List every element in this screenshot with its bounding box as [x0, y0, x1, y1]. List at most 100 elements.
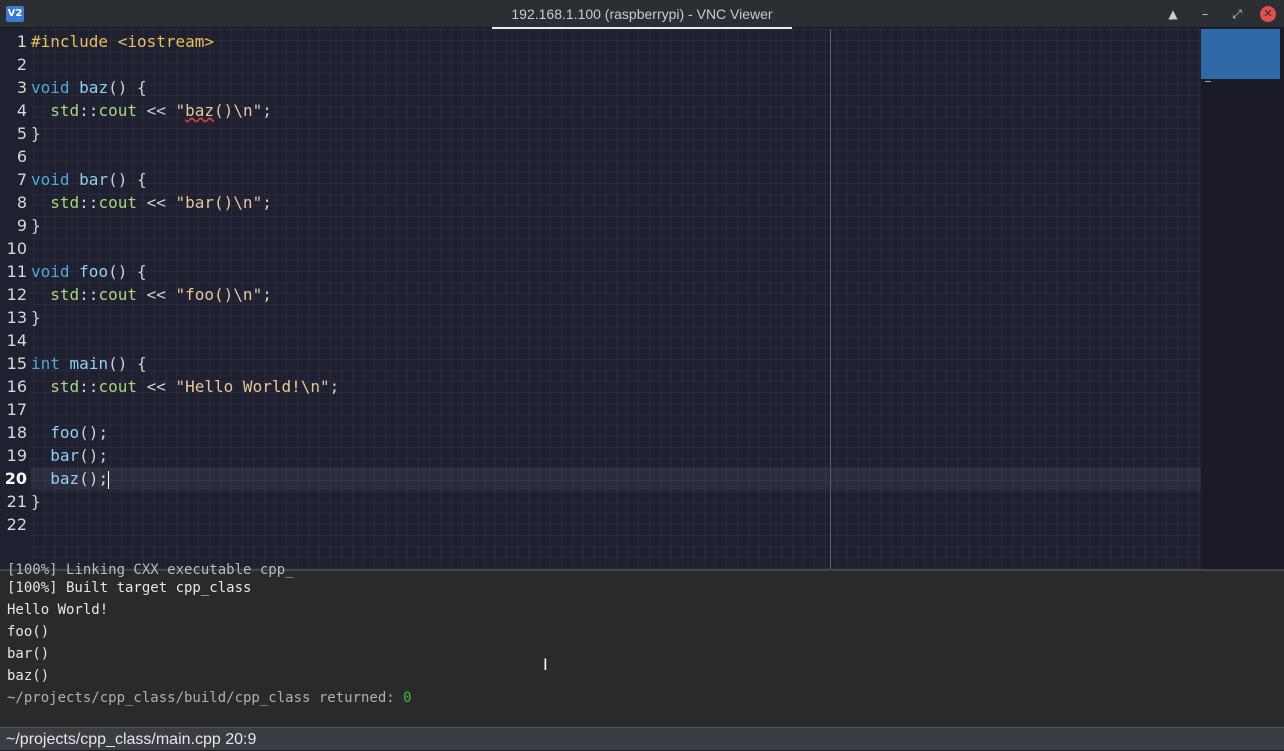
- line-number: 17: [6, 400, 27, 419]
- code-token: void: [31, 78, 70, 97]
- code-line[interactable]: void foo() {: [31, 260, 1201, 283]
- close-window-icon[interactable]: ✕: [1260, 6, 1276, 22]
- code-token: ::: [79, 285, 99, 304]
- code-area[interactable]: #include <iostream> void baz() { std::cou…: [31, 29, 1201, 569]
- line-number: 1: [16, 32, 27, 51]
- line-number-gutter: 1 2 3 4 5 6 7 8 9 10 11 12 13 14 15 16 17 18 19 20 21 22: [0, 29, 30, 569]
- code-editor[interactable]: 1 2 3 4 5 6 7 8 9 10 11 12 13 14 15 16 17 18 19 20 21 22 #inc…: [0, 29, 1284, 569]
- code-token: ;: [262, 285, 272, 304]
- code-token: ();: [79, 423, 109, 442]
- line-number: 5: [16, 124, 27, 143]
- line-number: 9: [16, 216, 27, 235]
- code-token: () {: [108, 262, 147, 281]
- line-number: 22: [6, 515, 27, 534]
- code-line[interactable]: std::cout << "foo()\n";: [31, 283, 1201, 306]
- code-token: ": [175, 101, 186, 120]
- shade-window-icon[interactable]: ▲: [1164, 5, 1182, 23]
- status-bar: ~/projects/cpp_class/main.cpp 20:9: [0, 727, 1284, 750]
- code-token: cout: [98, 193, 137, 212]
- minimap-marker: [1205, 81, 1211, 82]
- code-token: std: [50, 101, 80, 120]
- code-token: void: [31, 262, 70, 281]
- line-number: 7: [16, 170, 27, 189]
- code-token: <<: [136, 193, 176, 212]
- code-token: baz: [50, 469, 80, 488]
- text-cursor: [108, 470, 110, 489]
- code-token: ;: [329, 377, 340, 396]
- code-token: ::: [79, 193, 99, 212]
- code-line[interactable]: void baz() {: [31, 76, 1201, 99]
- code-token: ();: [79, 469, 109, 488]
- code-line[interactable]: }: [31, 122, 1201, 145]
- line-number: 21: [6, 492, 27, 511]
- code-line[interactable]: [31, 145, 1201, 168]
- return-value: 0: [403, 690, 412, 706]
- output-line: foo(): [7, 624, 50, 640]
- minimap[interactable]: [1201, 29, 1284, 569]
- code-line[interactable]: foo();: [31, 421, 1201, 444]
- output-line: baz(): [7, 668, 50, 684]
- code-token: ::: [79, 101, 99, 120]
- code-token: ::: [79, 377, 99, 396]
- code-token: "bar()\n": [175, 193, 263, 212]
- code-token: bar: [50, 446, 80, 465]
- line-number: 6: [16, 147, 27, 166]
- output-return-line: ~/projects/cpp_class/build/cpp_class ret…: [7, 687, 412, 709]
- code-line[interactable]: std::cout << "Hello World!\n";: [31, 375, 1201, 398]
- code-line[interactable]: [31, 398, 1201, 421]
- line-number: 15: [6, 354, 27, 373]
- code-token: }: [31, 124, 41, 143]
- code-token: }: [31, 216, 41, 235]
- code-line[interactable]: [31, 53, 1201, 76]
- maximize-window-icon[interactable]: ⤢: [1228, 5, 1246, 23]
- code-line[interactable]: }: [31, 214, 1201, 237]
- return-prefix: ~/projects/cpp_class/build/cpp_class ret…: [7, 690, 404, 706]
- code-token: ()\n": [214, 101, 263, 120]
- code-token: int: [31, 354, 60, 373]
- code-token: #include: [31, 32, 118, 51]
- line-number: 18: [6, 423, 27, 442]
- code-line[interactable]: std::cout << "bar()\n";: [31, 191, 1201, 214]
- minimize-window-icon[interactable]: –: [1196, 5, 1214, 23]
- line-number: 8: [16, 193, 27, 212]
- code-token: baz: [79, 78, 109, 97]
- code-line[interactable]: [31, 513, 1201, 536]
- minimap-viewport[interactable]: [1201, 29, 1280, 79]
- code-token: ;: [262, 193, 272, 212]
- code-line[interactable]: }: [31, 490, 1201, 513]
- code-token: "Hello World!\n": [175, 377, 330, 396]
- code-line[interactable]: [31, 237, 1201, 260]
- code-token: <iostream>: [117, 32, 215, 51]
- output-line: Hello World!: [7, 602, 109, 618]
- line-number: 4: [16, 101, 27, 120]
- window-titlebar: V2 192.168.1.100 (raspberrypi) - VNC Vie…: [0, 0, 1284, 30]
- code-token: () {: [108, 78, 147, 97]
- code-line[interactable]: baz();: [31, 467, 1201, 490]
- code-line[interactable]: [31, 329, 1201, 352]
- output-line: [100%] Built target cpp_class: [7, 580, 252, 596]
- code-line[interactable]: int main() {: [31, 352, 1201, 375]
- code-token: cout: [98, 101, 137, 120]
- code-line[interactable]: #include <iostream>: [31, 30, 1201, 53]
- code-token: std: [50, 193, 80, 212]
- code-line[interactable]: bar();: [31, 444, 1201, 467]
- line-number: 14: [6, 331, 27, 350]
- code-token: std: [50, 377, 80, 396]
- code-line[interactable]: std::cout << "baz()\n";: [31, 99, 1201, 122]
- code-token: () {: [108, 354, 147, 373]
- code-line[interactable]: void bar() {: [31, 168, 1201, 191]
- build-output-panel[interactable]: [100%] Linking CXX executable cpp_ I [10…: [0, 562, 1284, 729]
- code-token: foo: [50, 423, 80, 442]
- code-line[interactable]: }: [31, 306, 1201, 329]
- text-ibeam-icon: I: [543, 655, 548, 674]
- code-token: <<: [136, 377, 176, 396]
